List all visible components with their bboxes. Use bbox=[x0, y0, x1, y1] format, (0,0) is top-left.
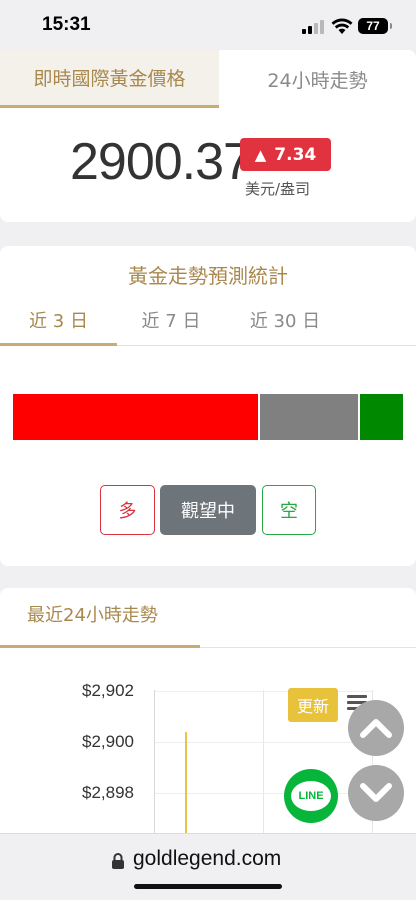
forecast-period-tabs: 近 3 日 近 7 日 近 30 日 bbox=[0, 300, 416, 346]
vote-bull-button[interactable]: 多 bbox=[100, 485, 155, 535]
trend-title: 最近24小時走勢 bbox=[0, 588, 200, 648]
up-arrow-icon: ▲ bbox=[254, 145, 267, 164]
line-logo-icon: LINE bbox=[291, 781, 331, 811]
tab-30-days[interactable]: 近 30 日 bbox=[225, 300, 345, 346]
y-tick-label: $2,902 bbox=[82, 681, 134, 700]
price-change-value: 7.34 bbox=[274, 144, 317, 165]
status-bar: 15:31 77 bbox=[0, 0, 416, 50]
chart-gridline bbox=[154, 793, 374, 794]
y-tick-label: $2,900 bbox=[82, 732, 134, 751]
gold-price-value: 2900.37 bbox=[70, 133, 252, 191]
line-label: LINE bbox=[298, 790, 324, 802]
browser-url-bar[interactable]: goldlegend.com bbox=[0, 833, 416, 900]
price-trend-line bbox=[185, 732, 187, 842]
line-share-button[interactable]: LINE bbox=[284, 769, 338, 823]
forecast-distribution-bar bbox=[13, 394, 403, 440]
home-indicator bbox=[134, 884, 282, 889]
scroll-up-button[interactable] bbox=[348, 700, 404, 756]
tab-realtime-price[interactable]: 即時國際黃金價格 bbox=[0, 50, 219, 108]
chevron-down-icon bbox=[360, 783, 392, 802]
tab-3-days[interactable]: 近 3 日 bbox=[0, 300, 117, 346]
distribution-segment-bull bbox=[13, 394, 258, 440]
battery-indicator: 77 bbox=[358, 18, 392, 34]
chart-y-axis bbox=[154, 690, 155, 840]
trend-header: 最近24小時走勢 bbox=[0, 588, 416, 648]
price-unit: 美元/盎司 bbox=[245, 180, 311, 198]
distribution-segment-neutral bbox=[258, 394, 358, 440]
y-tick-label: $2,898 bbox=[82, 783, 134, 802]
status-time: 15:31 bbox=[42, 14, 91, 35]
vote-neutral-button[interactable]: 觀望中 bbox=[160, 485, 256, 535]
chart-gridline bbox=[263, 690, 264, 835]
scroll-down-button[interactable] bbox=[348, 765, 404, 821]
wifi-icon bbox=[331, 18, 353, 34]
lock-icon bbox=[112, 853, 124, 869]
tab-24h-trend[interactable]: 24小時走勢 bbox=[219, 50, 416, 108]
gold-price-card: 即時國際黃金價格 24小時走勢 2900.37 ▲ 7.34 美元/盎司 bbox=[0, 50, 416, 222]
chart-gridline bbox=[154, 742, 374, 743]
vote-bear-button[interactable]: 空 bbox=[262, 485, 316, 535]
update-button[interactable]: 更新 bbox=[288, 688, 338, 722]
price-change-badge: ▲ 7.34 bbox=[240, 138, 331, 171]
chevron-up-icon bbox=[360, 719, 392, 738]
distribution-segment-bear bbox=[358, 394, 403, 440]
forecast-title: 黃金走勢預測統計 bbox=[128, 264, 288, 288]
forecast-stats-card: 黃金走勢預測統計 近 3 日 近 7 日 近 30 日 多 觀望中 空 bbox=[0, 246, 416, 566]
tab-7-days[interactable]: 近 7 日 bbox=[117, 300, 225, 346]
cellular-signal-icon bbox=[302, 20, 328, 34]
price-tabs: 即時國際黃金價格 24小時走勢 bbox=[0, 50, 416, 108]
url-text[interactable]: goldlegend.com bbox=[133, 847, 281, 871]
chart-gridline bbox=[154, 691, 374, 692]
